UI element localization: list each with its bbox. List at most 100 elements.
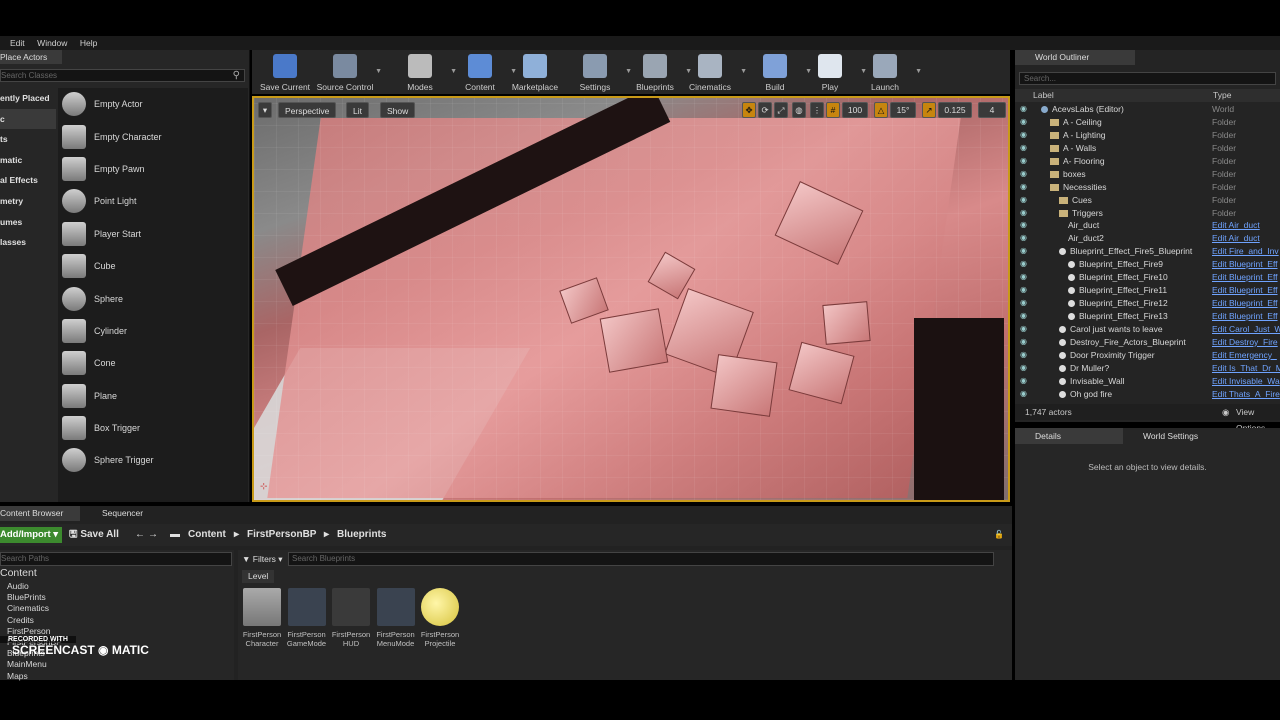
outliner-type[interactable]: Edit Air_duct [1212,219,1280,232]
category-item[interactable]: lasses [0,232,56,253]
outliner-row[interactable]: ◉ Blueprint_Effect_Fire9 Edit Blueprint_Ef… [1015,258,1280,271]
actor-item[interactable]: Cone [58,347,248,379]
eye-icon[interactable]: ◉ [1020,297,1027,310]
actor-item[interactable]: Empty Pawn [58,153,248,185]
toolbar-button[interactable]: Settings ▼ [562,52,632,92]
tab-details[interactable]: Details [1015,428,1123,444]
toolbar-button[interactable]: Source Control ▼ [312,52,382,92]
crumb-firstpersonbp[interactable]: FirstPersonBP [247,527,316,543]
show-button[interactable]: Show [380,102,416,118]
menu-help[interactable]: Help [80,36,97,50]
outliner-row[interactable]: ◉ AcevsLabs (Editor) World [1015,103,1280,116]
rotate-icon[interactable]: ⟳ [758,102,772,118]
crumb-content[interactable]: Content [188,527,226,543]
path-tree-item[interactable]: Content [0,567,234,581]
outliner-row[interactable]: ◉ Blueprint_Effect_Fire12 Edit Blueprint_E… [1015,297,1280,310]
chevron-down-icon[interactable]: ▼ [915,68,922,75]
category-item[interactable]: umes [0,212,56,233]
tab-sequencer[interactable]: Sequencer [88,506,168,521]
outliner-type[interactable]: Edit Thats_A_Fire [1212,388,1280,401]
path-tree-item[interactable]: Cinematics [0,603,234,614]
eye-icon[interactable]: ◉ [1020,168,1027,181]
actor-item[interactable]: Cube [58,250,248,282]
scale-icon[interactable]: ⤢ [774,102,788,118]
eye-icon[interactable]: ◉ [1020,181,1027,194]
outliner-search-input[interactable]: Search... [1019,72,1276,85]
tab-content-browser[interactable]: Content Browser [0,506,80,521]
search-paths-input[interactable]: Search Paths [0,552,232,566]
outliner-row[interactable]: ◉ A - Lighting Folder [1015,129,1280,142]
outliner-row[interactable]: ◉ Blueprint_Effect_Fire13 Edit Blueprint_E… [1015,310,1280,323]
eye-icon[interactable]: ◉ [1020,323,1027,336]
tab-place-actors[interactable]: Place Actors [0,50,62,64]
eye-icon[interactable]: ◉ [1020,375,1027,388]
actor-item[interactable]: Empty Actor [58,88,248,120]
path-tree-item[interactable]: Maps [0,671,234,682]
rotation-snap-value[interactable]: 15° [890,102,916,118]
eye-icon[interactable]: ◉ [1020,245,1027,258]
eye-icon[interactable]: ◉ [1020,284,1027,297]
rotation-snap-icon[interactable]: △ [874,102,888,118]
actor-item[interactable]: Point Light [58,185,248,217]
eye-icon[interactable]: ◉ [1020,219,1027,232]
viewport-options-button[interactable]: ▾ [258,102,272,118]
path-tree-item[interactable]: BluePrints [0,592,234,603]
outliner-row[interactable]: ◉ Air_duct2 Edit Air_duct [1015,232,1280,245]
outliner-row[interactable]: ◉ A - Walls Folder [1015,142,1280,155]
outliner-type[interactable]: Edit Fire_and_Inv [1212,245,1280,258]
outliner-type[interactable]: Edit Blueprint_Eff [1212,310,1280,323]
menu-window[interactable]: Window [37,36,67,50]
category-item[interactable]: c [0,108,56,130]
asset-tile[interactable]: FirstPerson Character [242,588,282,648]
forward-icon[interactable]: → [148,527,158,543]
filters-button[interactable]: ▼ Filters ▾ [242,554,283,565]
level-viewport[interactable]: ▾ Perspective Lit Show ✥ ⟳ ⤢ ◍ ⋮ # 100 △… [252,96,1010,502]
outliner-row[interactable]: ◉ Carol just wants to leave Edit Carol_Jus… [1015,323,1280,336]
tab-world-settings[interactable]: World Settings [1123,428,1243,444]
outliner-row[interactable]: ◉ Invisable_Wall Edit Invisable_Wa [1015,375,1280,388]
outliner-type[interactable]: Edit Invisable_Wa [1212,375,1280,388]
eye-icon[interactable]: ◉ [1020,388,1027,401]
outliner-type[interactable]: Edit Carol_Just_W [1212,323,1280,336]
outliner-type[interactable]: Edit Blueprint_Eff [1212,297,1280,310]
back-icon[interactable]: ← [135,527,145,543]
outliner-row[interactable]: ◉ Blueprint_Effect_Fire10 Edit Blueprint_E… [1015,271,1280,284]
outliner-row[interactable]: ◉ Cues Folder [1015,194,1280,207]
outliner-type[interactable]: Edit Emergency_ [1212,349,1280,362]
eye-icon[interactable]: ◉ [1020,129,1027,142]
scale-snap-value[interactable]: 0.125 [938,102,972,118]
asset-tile[interactable]: FirstPerson GameMode [287,588,327,648]
eye-icon[interactable]: ◉ [1020,142,1027,155]
actor-item[interactable]: Empty Character [58,120,248,152]
crumb-blueprints[interactable]: Blueprints [337,527,386,543]
asset-tile[interactable]: FirstPerson HUD [331,588,371,648]
actor-item[interactable]: Player Start [58,218,248,250]
actor-item[interactable]: Sphere [58,282,248,314]
asset-tile[interactable]: FirstPerson MenuMode [376,588,416,648]
eye-icon[interactable]: ◉ [1020,258,1027,271]
asset-tile[interactable]: FirstPerson Projectile [420,588,460,648]
actor-item[interactable]: Box Trigger [58,412,248,444]
eye-icon[interactable]: ◉ [1020,207,1027,220]
perspective-button[interactable]: Perspective [278,102,337,118]
outliner-row[interactable]: ◉ Necessities Folder [1015,181,1280,194]
toolbar-button[interactable]: Cinematics ▼ [677,52,747,92]
actor-item[interactable]: Cylinder [58,315,248,347]
outliner-row[interactable]: ◉ A - Ceiling Folder [1015,116,1280,129]
toolbar-button[interactable]: Marketplace [502,52,568,92]
eye-icon[interactable]: ◉ [1020,155,1027,168]
grid-snap-icon[interactable]: # [826,102,840,118]
camera-speed-value[interactable]: 4 [978,102,1006,118]
eye-icon[interactable]: ◉ [1020,103,1027,116]
toolbar-button[interactable]: Save Current [252,52,318,92]
eye-icon[interactable]: ◉ [1020,271,1027,284]
scale-snap-icon[interactable]: ↗ [922,102,936,118]
lock-icon[interactable]: 🔓 [994,527,1004,543]
outliner-type[interactable]: Edit Is_That_Dr_M [1212,362,1280,375]
surface-snap-icon[interactable]: ⋮ [810,102,824,118]
menu-edit[interactable]: Edit [10,36,25,50]
tab-world-outliner[interactable]: World Outliner [1015,50,1135,65]
eye-icon[interactable]: ◉ [1020,349,1027,362]
outliner-row[interactable]: ◉ Blueprint_Effect_Fire11 Edit Blueprint_E… [1015,284,1280,297]
grid-snap-value[interactable]: 100 [842,102,868,118]
